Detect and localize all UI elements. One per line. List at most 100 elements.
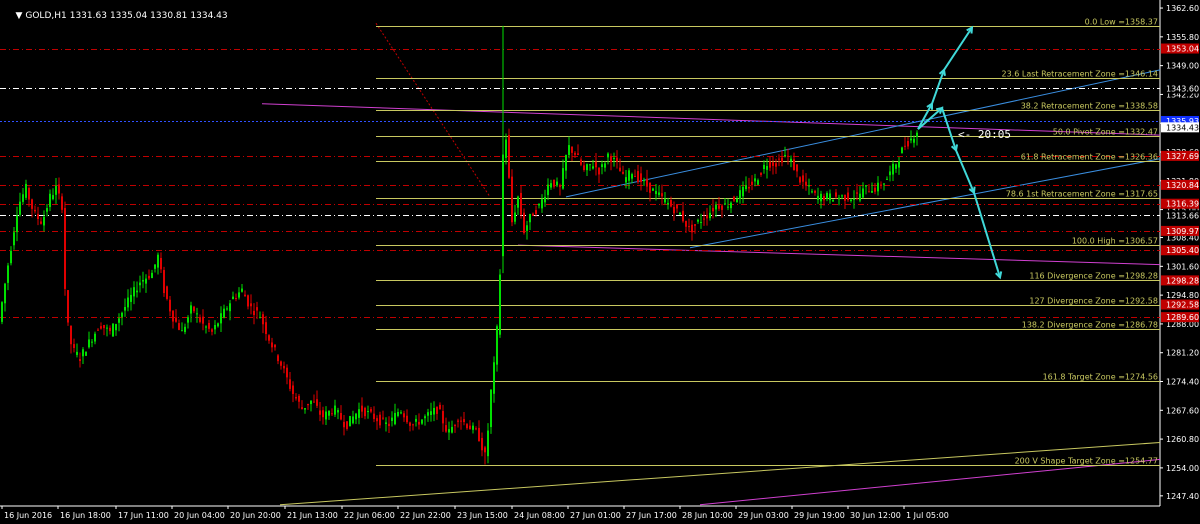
candle-body (883, 183, 885, 185)
candle-body (751, 181, 753, 185)
bottom-magenta-trendline (699, 458, 1161, 506)
candle-body (886, 178, 888, 180)
candle-body (802, 175, 804, 182)
candle-body (757, 180, 759, 185)
y-tick-label-13: 1274.40 (1166, 378, 1199, 387)
candle-body (526, 225, 528, 231)
candle-body (22, 194, 24, 202)
candle-body (568, 145, 570, 155)
candle-body (481, 437, 483, 451)
candle-body (712, 207, 714, 212)
candle-body (463, 419, 465, 423)
y-tick-label-10: 1294.80 (1166, 291, 1199, 300)
candle-body (913, 138, 915, 143)
x-tick-label-9: 24 Jun 08:00 (514, 511, 565, 520)
candle-body (853, 198, 855, 200)
candle-body (817, 195, 819, 200)
candle-body (469, 425, 471, 430)
price-tag-15: 1305.40 (1166, 246, 1199, 255)
candle-body (601, 164, 603, 167)
candle-body (697, 219, 699, 222)
candle-body (415, 418, 417, 422)
candle-body (643, 180, 645, 182)
candle-body (742, 186, 744, 197)
candle-body (907, 140, 909, 147)
candle-body (70, 325, 72, 345)
candle-body (748, 187, 750, 189)
candle-body (652, 188, 654, 191)
x-tick-label-0: 16 Jun 2016 (4, 511, 52, 520)
y-tick-label-17: 1247.40 (1166, 492, 1199, 501)
candle-body (493, 362, 495, 394)
candle-body (547, 184, 549, 196)
x-tick-label-7: 22 Jun 22:00 (400, 511, 451, 520)
candle-body (688, 226, 690, 228)
candle-body (679, 212, 681, 215)
candle-body (337, 410, 339, 413)
candle-body (316, 399, 318, 406)
candle-body (382, 417, 384, 419)
candle-body (787, 155, 789, 157)
candle-body (730, 202, 732, 209)
candle-body (550, 183, 552, 188)
candle-body (229, 303, 231, 312)
candle-body (82, 349, 84, 357)
candle-body (619, 167, 621, 172)
candle-body (148, 275, 150, 279)
candle-body (265, 322, 267, 335)
candle-body (1, 302, 3, 322)
candle-body (274, 344, 276, 348)
candle-body (190, 305, 192, 314)
price-tag-18: 1289.60 (1166, 313, 1199, 322)
candle-body (745, 185, 747, 190)
price-tag-7: 1327.69 (1166, 152, 1199, 161)
candle-body (559, 186, 561, 188)
price-chart[interactable]: 0.0 Low =1358.37 23.6 Last Retracement Zo… (0, 0, 1200, 524)
candle-body (223, 308, 225, 318)
candle-body (52, 195, 54, 200)
candle-body (418, 421, 420, 425)
candle-body (250, 303, 252, 307)
level-label-17: 127 Divergence Zone =1292.58 (1029, 297, 1158, 306)
candle-body (901, 147, 903, 154)
candle-body (733, 196, 735, 201)
candle-body (763, 164, 765, 169)
candle-body (649, 182, 651, 193)
chart-window[interactable]: 0.0 Low =1358.37 23.6 Last Retracement Zo… (0, 0, 1200, 524)
candle-body (625, 177, 627, 183)
candle-body (661, 193, 663, 197)
candle-body (475, 428, 477, 430)
price-tag-12: 1313.66 (1166, 211, 1199, 220)
lower-magenta-trendline (517, 244, 1161, 266)
x-tick-label-10: 27 Jun 01:00 (570, 511, 621, 520)
candle-body (811, 191, 813, 193)
x-tick-label-1: 16 Jun 18:00 (60, 511, 111, 520)
candle-body (472, 425, 474, 430)
candle-body (49, 193, 51, 207)
dropdown-triangle-icon[interactable]: ▼ (15, 11, 22, 21)
y-tick-label-15: 1260.80 (1166, 435, 1199, 444)
candle-body (646, 178, 648, 187)
candle-body (46, 208, 48, 212)
candle-body (208, 323, 210, 329)
y-tick-label-1: 1355.80 (1166, 33, 1199, 42)
candle-body (244, 294, 246, 297)
candle-body (313, 401, 315, 403)
candle-body (703, 218, 705, 220)
candle-body (589, 164, 591, 166)
candle-body (175, 317, 177, 322)
candle-body (199, 317, 201, 322)
x-tick-label-12: 28 Jun 10:00 (682, 511, 733, 520)
level-label-4: 38.2 Retracement Zone =1338.58 (1021, 102, 1158, 111)
candle-body (352, 416, 354, 424)
candle-body (760, 173, 762, 175)
candle-body (667, 202, 669, 205)
candle-body (736, 198, 738, 203)
level-label-6: 50.0 Pivot Zone =1332.47 (1053, 128, 1158, 137)
candle-body (448, 429, 450, 433)
candle-body (403, 413, 405, 418)
candle-body (25, 183, 27, 198)
candle-body (556, 181, 558, 186)
candle-body (715, 205, 717, 210)
candle-body (607, 153, 609, 158)
